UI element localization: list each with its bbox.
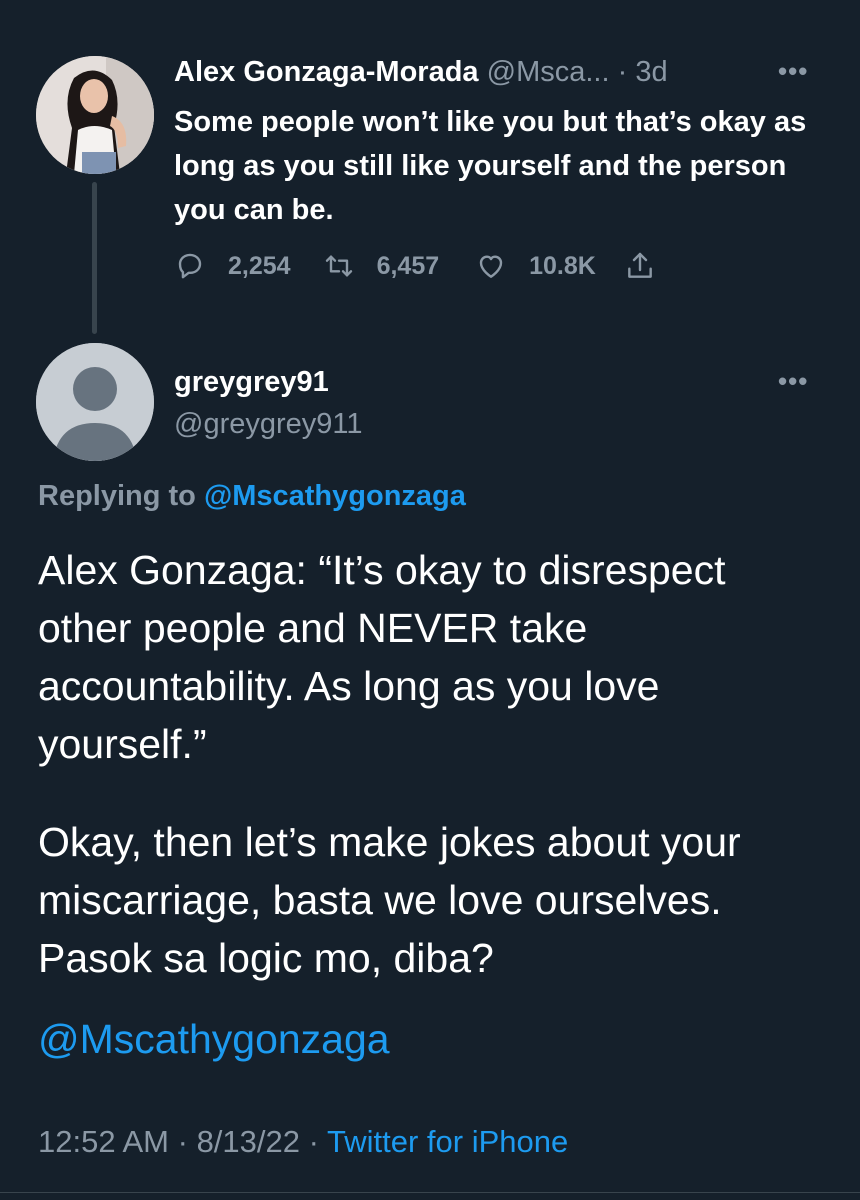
reply-paragraph-1: Alex Gonzaga: “It’s okay to disrespect o… (38, 547, 726, 767)
reply-button[interactable]: 2,254 (174, 250, 291, 282)
tweet-source-link[interactable]: Twitter for iPhone (327, 1124, 568, 1159)
replying-to-line: Replying to @Mscathygonzaga (38, 480, 466, 513)
share-button[interactable] (624, 250, 656, 282)
author-avatar[interactable] (36, 56, 154, 174)
default-avatar-icon (36, 343, 154, 461)
tweet-time[interactable]: 3d (635, 56, 667, 88)
like-button[interactable]: 10.8K (475, 250, 596, 282)
reply-author-avatar[interactable] (36, 343, 154, 461)
meta-separator: · (308, 1124, 319, 1159)
meta-separator: · (177, 1124, 188, 1159)
replying-to-mention-link[interactable]: @Mscathygonzaga (204, 480, 466, 512)
author-name[interactable]: Alex Gonzaga-Morada (174, 56, 479, 88)
mention-link[interactable]: @Mscathygonzaga (38, 1010, 390, 1068)
reply-author-handle[interactable]: @greygrey911 (174, 408, 363, 441)
reply-paragraph-2: Okay, then let’s make jokes about your m… (38, 819, 741, 981)
parent-tweet-header: Alex Gonzaga-Morada @Msca... · 3d (174, 54, 668, 90)
tweet-date[interactable]: 8/13/22 (197, 1124, 300, 1159)
tweet-metadata: 12:52 AM · 8/13/22 · Twitter for iPhone (38, 1124, 568, 1160)
author-handle[interactable]: @Msca... (487, 56, 610, 88)
reply-count: 2,254 (228, 251, 291, 280)
share-icon (627, 252, 652, 278)
more-options-icon[interactable]: ••• (778, 56, 808, 87)
reply-icon (178, 253, 202, 279)
retweet-icon (325, 255, 352, 277)
tweet-thread: Alex Gonzaga-Morada @Msca... · 3d ••• So… (0, 0, 860, 1200)
reply-author-name[interactable]: greygrey91 (174, 366, 329, 399)
retweet-button[interactable]: 6,457 (323, 250, 440, 282)
retweet-count: 6,457 (376, 251, 440, 280)
divider (0, 1192, 860, 1193)
replying-to-label: Replying to (38, 480, 196, 512)
time-separator: · (617, 56, 628, 88)
heart-icon (479, 255, 503, 278)
parent-tweet-text: Some people won’t like you but that’s ok… (174, 106, 807, 226)
tweet-time[interactable]: 12:52 AM (38, 1124, 169, 1159)
tweet-actions: 2,254 6,457 10.8K (174, 246, 656, 286)
reply-more-options-icon[interactable]: ••• (778, 366, 808, 397)
like-count: 10.8K (529, 251, 596, 280)
thread-connector-line (92, 182, 97, 334)
